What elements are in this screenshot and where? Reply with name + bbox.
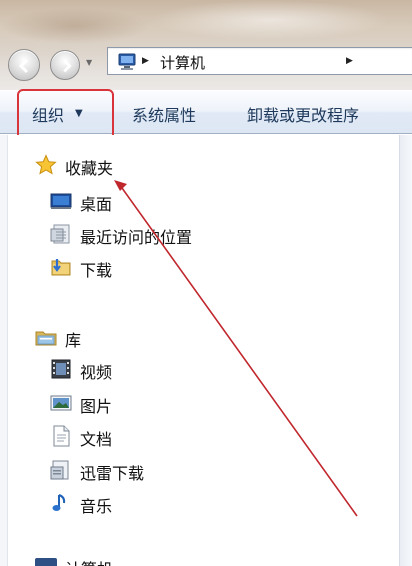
breadcrumb-chevron-icon[interactable]: ▶ [142, 56, 149, 66]
recent-places-icon [50, 224, 70, 244]
pane-left-edge [0, 135, 8, 566]
aero-glass-shadow [0, 8, 150, 44]
breadcrumb-chevron-icon[interactable]: ▶ [346, 56, 353, 66]
back-arrow-icon [18, 58, 29, 74]
star-icon [35, 154, 57, 175]
tree-item-label: 库 [65, 331, 82, 350]
computer-icon [35, 558, 57, 566]
system-properties-button[interactable]: 系统属性 [132, 102, 196, 126]
libraries-folder-icon [35, 331, 57, 346]
forward-button[interactable] [50, 50, 80, 80]
computer-icon [118, 53, 136, 70]
uninstall-program-button[interactable]: 卸载或更改程序 [247, 102, 359, 126]
music-icon [52, 494, 66, 511]
tree-item-label: 文档 [80, 430, 113, 449]
tree-item-label: 音乐 [80, 497, 113, 516]
downloads-folder-icon [51, 259, 71, 276]
tree-item-label: 最近访问的位置 [80, 228, 193, 247]
thunder-download-icon [50, 460, 69, 480]
tree-item-label: 计算机 [65, 556, 113, 566]
recent-pages-dropdown[interactable]: ▼ [86, 58, 92, 67]
pictures-icon [50, 395, 72, 411]
tree-item-label: 下载 [80, 261, 113, 280]
aero-glass-highlight [150, 0, 390, 40]
documents-icon [53, 425, 70, 447]
forward-arrow-icon [63, 59, 72, 73]
tree-item-label: 图片 [80, 397, 113, 416]
annotation-highlight-box [17, 89, 114, 140]
pane-splitter[interactable] [399, 135, 412, 566]
tree-item-label: 视频 [80, 363, 113, 382]
desktop-icon [50, 193, 72, 209]
tree-item-label: 迅雷下载 [80, 464, 145, 483]
tree-item-label: 收藏夹 [65, 159, 114, 178]
breadcrumb-computer[interactable]: 计算机 [160, 52, 205, 73]
videos-icon [51, 359, 71, 379]
tree-item-label: 桌面 [80, 195, 113, 214]
back-button[interactable] [8, 49, 40, 81]
address-bar[interactable]: ▶ 计算机 ▶ [107, 47, 412, 75]
tree-item-computer[interactable]: 计算机 [35, 552, 155, 566]
